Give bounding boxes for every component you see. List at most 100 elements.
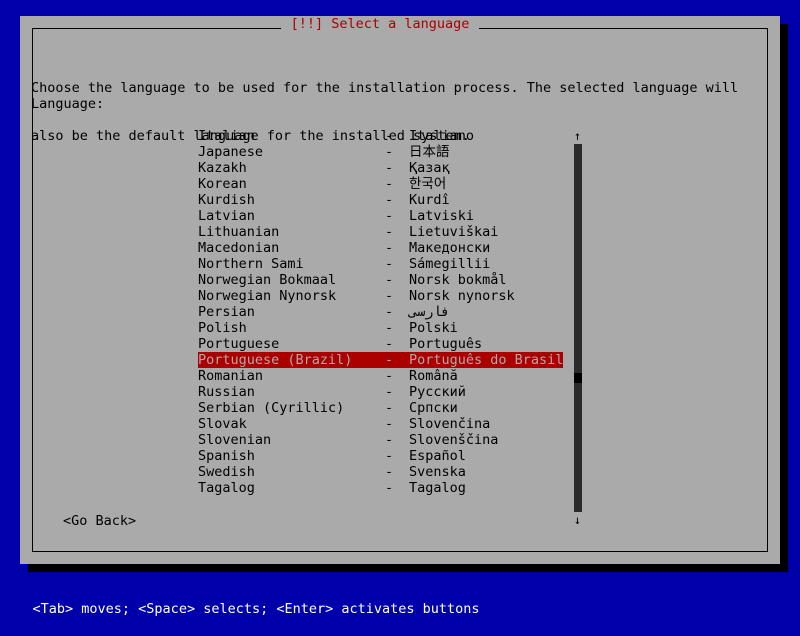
language-row-separator: - bbox=[385, 400, 394, 416]
language-row-separator: - bbox=[385, 224, 394, 240]
language-list-item[interactable]: Persian - فارسی bbox=[198, 304, 563, 320]
language-row-separator: - bbox=[385, 464, 394, 480]
language-list-item[interactable]: Kurdish - Kurdî bbox=[198, 192, 563, 208]
language-list-scrollbar[interactable]: ↑ ↓ bbox=[572, 128, 583, 528]
language-list-item[interactable]: Spanish - Español bbox=[198, 448, 563, 464]
language-name-english: Swedish bbox=[198, 464, 255, 480]
language-list-item[interactable]: Portuguese - Português bbox=[198, 336, 563, 352]
language-row-separator: - bbox=[385, 272, 394, 288]
language-name-english: Northern Sami bbox=[198, 256, 304, 272]
language-list-item[interactable]: Northern Sami - Sámegillii bbox=[198, 256, 563, 272]
scroll-up-arrow-icon[interactable]: ↑ bbox=[572, 128, 583, 144]
language-name-native: Lietuviškai bbox=[409, 224, 499, 240]
language-list-item[interactable]: Japanese - 日本語 bbox=[198, 144, 563, 160]
language-name-english: Latvian bbox=[198, 208, 255, 224]
language-name-native: Kurdî bbox=[409, 192, 450, 208]
language-name-english: Lithuanian bbox=[198, 224, 280, 240]
language-name-native: Latviski bbox=[409, 208, 475, 224]
language-name-english: Norwegian Nynorsk bbox=[198, 288, 337, 304]
language-row-separator: - bbox=[385, 304, 394, 320]
language-list-item[interactable]: Latvian - Latviski bbox=[198, 208, 563, 224]
language-row-separator: - bbox=[385, 288, 394, 304]
language-list-item[interactable]: Kazakh - Қазақ bbox=[198, 160, 563, 176]
language-name-native: Norsk nynorsk bbox=[409, 288, 515, 304]
language-list-item[interactable]: Italian - Italiano bbox=[198, 128, 563, 144]
scrollbar-trough[interactable] bbox=[574, 144, 582, 512]
language-name-english: Japanese bbox=[198, 144, 264, 160]
language-row-separator: - bbox=[385, 336, 394, 352]
language-row-separator: - bbox=[385, 384, 394, 400]
language-name-native: Italiano bbox=[409, 128, 475, 144]
language-name-native: Português do Brasil bbox=[409, 352, 564, 368]
status-bar-text: <Tab> moves; <Space> selects; <Enter> ac… bbox=[32, 601, 480, 617]
language-name-native: Slovenščina bbox=[409, 432, 499, 448]
language-list-item[interactable]: Slovak - Slovenčina bbox=[198, 416, 563, 432]
language-name-english: Slovenian bbox=[198, 432, 272, 448]
language-name-english: Polish bbox=[198, 320, 247, 336]
language-name-english: Macedonian bbox=[198, 240, 280, 256]
language-list-item[interactable]: Norwegian Nynorsk - Norsk nynorsk bbox=[198, 288, 563, 304]
language-row-separator: - bbox=[385, 432, 394, 448]
language-name-english: Kurdish bbox=[198, 192, 255, 208]
language-row-separator: - bbox=[385, 416, 394, 432]
language-list-item[interactable]: Korean - 한국어 bbox=[198, 176, 563, 192]
language-name-native: Српски bbox=[409, 400, 458, 416]
language-name-native: Tagalog bbox=[409, 480, 466, 496]
language-name-native: Қазақ bbox=[409, 160, 450, 176]
language-row-separator: - bbox=[385, 368, 394, 384]
language-list-item[interactable]: Serbian (Cyrillic) - Српски bbox=[198, 400, 563, 416]
language-name-native: فارسی bbox=[409, 304, 450, 320]
language-name-english: Slovak bbox=[198, 416, 247, 432]
language-name-native: Русский bbox=[409, 384, 466, 400]
language-name-english: Russian bbox=[198, 384, 255, 400]
language-name-english: Serbian (Cyrillic) bbox=[198, 400, 345, 416]
language-list-item[interactable]: Norwegian Bokmaal - Norsk bokmål bbox=[198, 272, 563, 288]
language-list-item[interactable]: Tagalog - Tagalog bbox=[198, 480, 563, 496]
language-row-separator: - bbox=[385, 320, 394, 336]
language-name-english: Korean bbox=[198, 176, 247, 192]
language-row-separator: - bbox=[385, 160, 394, 176]
language-list-item[interactable]: Macedonian - Македонски bbox=[198, 240, 563, 256]
status-bar: <Tab> moves; <Space> selects; <Enter> ac… bbox=[0, 582, 800, 617]
language-name-native: Português bbox=[409, 336, 483, 352]
language-row-separator: - bbox=[385, 176, 394, 192]
language-list-item[interactable]: Lithuanian - Lietuviškai bbox=[198, 224, 563, 240]
language-name-native: Sámegillii bbox=[409, 256, 491, 272]
installer-screen: [!!] Select a language Choose the langua… bbox=[0, 0, 800, 617]
language-name-english: Kazakh bbox=[198, 160, 247, 176]
scroll-down-arrow-icon[interactable]: ↓ bbox=[572, 512, 583, 528]
language-name-native: Svenska bbox=[409, 464, 466, 480]
language-row-separator: - bbox=[385, 128, 394, 144]
language-list-item[interactable]: Portuguese (Brazil) - Português do Brasil bbox=[198, 352, 563, 368]
language-name-english: Portuguese bbox=[198, 336, 280, 352]
language-row-separator: - bbox=[385, 352, 394, 368]
language-list-item[interactable]: Romanian - Română bbox=[198, 368, 563, 384]
language-name-english: Tagalog bbox=[198, 480, 255, 496]
language-name-english: Italian bbox=[198, 128, 255, 144]
language-name-native: 日本語 bbox=[409, 144, 450, 160]
language-list-item[interactable]: Polish - Polski bbox=[198, 320, 563, 336]
language-row-separator: - bbox=[385, 256, 394, 272]
language-name-native: Română bbox=[409, 368, 458, 384]
language-name-native: Slovenčina bbox=[409, 416, 491, 432]
language-row-separator: - bbox=[385, 144, 394, 160]
go-back-button[interactable]: <Go Back> bbox=[63, 513, 136, 529]
language-list-item[interactable]: Slovenian - Slovenščina bbox=[198, 432, 563, 448]
language-name-english: Portuguese (Brazil) bbox=[198, 352, 353, 368]
language-row-separator: - bbox=[385, 448, 394, 464]
language-list[interactable]: Italian - Italiano Japanese - 日本語 Kazakh - Қазақ… bbox=[198, 128, 563, 496]
language-name-english: Persian bbox=[198, 304, 255, 320]
language-name-native: Norsk bokmål bbox=[409, 272, 507, 288]
language-name-native: 한국어 bbox=[409, 176, 447, 192]
language-name-native: Polski bbox=[409, 320, 458, 336]
language-name-english: Romanian bbox=[198, 368, 264, 384]
language-name-english: Norwegian Bokmaal bbox=[198, 272, 337, 288]
language-field-label: Language: bbox=[31, 96, 105, 112]
language-name-native: Македонски bbox=[409, 240, 491, 256]
language-list-item[interactable]: Swedish - Svenska bbox=[198, 464, 563, 480]
language-list-item[interactable]: Russian - Русский bbox=[198, 384, 563, 400]
scrollbar-thumb[interactable] bbox=[574, 373, 582, 383]
language-row-separator: - bbox=[385, 192, 394, 208]
language-row-separator: - bbox=[385, 480, 394, 496]
language-row-separator: - bbox=[385, 208, 394, 224]
